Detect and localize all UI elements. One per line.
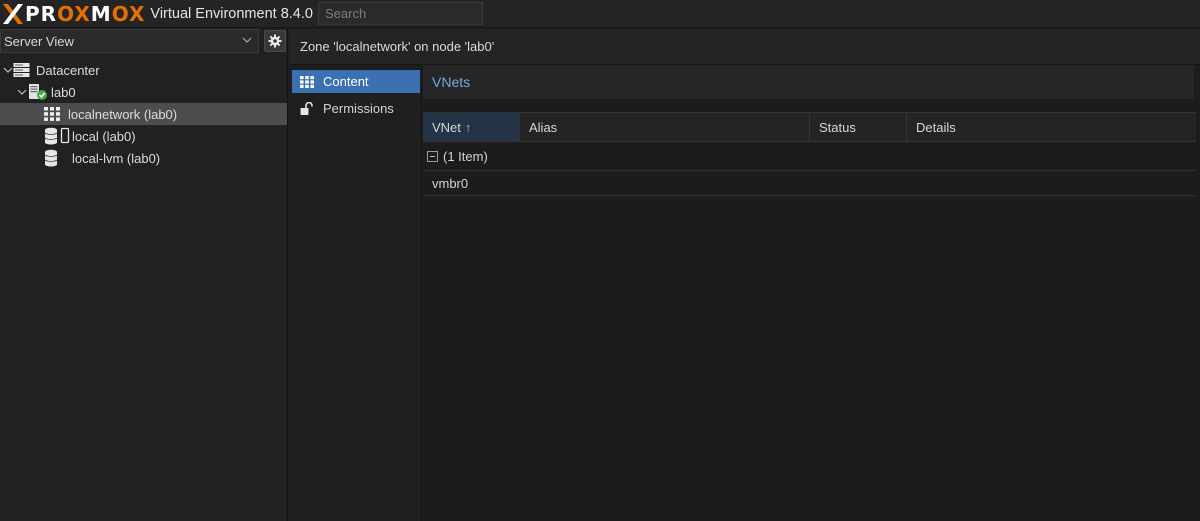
storage-database-icon	[44, 127, 70, 145]
column-header-details[interactable]: Details	[907, 113, 1196, 141]
tree-settings-button[interactable]	[264, 30, 286, 52]
grid-icon	[300, 75, 314, 88]
view-selector[interactable]: Server View	[0, 29, 259, 53]
top-bar: PROXMOX Virtual Environment 8.4.0	[0, 0, 1200, 28]
tree-item-label: local (lab0)	[72, 128, 136, 144]
storage-database-icon	[44, 149, 58, 167]
proxmox-x-icon	[3, 3, 23, 24]
column-header-vnet[interactable]: VNet ↑	[423, 113, 520, 141]
page-title-text: Zone 'localnetwork' on node 'lab0'	[300, 39, 495, 54]
unlock-icon	[300, 101, 313, 115]
proxmox-wordmark: PROXMOX	[25, 1, 146, 26]
resource-tree: Datacenter lab0 localnetwork (lab0) loca…	[0, 59, 287, 169]
panel-title: VNets	[423, 65, 1194, 100]
group-label: (1 Item)	[443, 148, 488, 164]
vnets-grid: VNet ↑ Alias Status Details (1 Item) vmb…	[423, 112, 1196, 196]
cell-vnet: vmbr0	[432, 175, 469, 191]
column-header-label: Details	[916, 119, 956, 135]
resource-tree-panel: Server View Datacenter lab0 localnetwork…	[0, 29, 288, 521]
tree-item-label: Datacenter	[36, 62, 100, 78]
column-header-label: Alias	[529, 119, 558, 135]
node-online-icon	[29, 84, 47, 100]
column-header-status[interactable]: Status	[810, 113, 907, 141]
column-header-label: Status	[819, 119, 856, 135]
table-row[interactable]: vmbr0	[423, 171, 1196, 196]
sdn-zone-grid-icon	[44, 107, 60, 121]
vnets-panel: VNets VNet ↑ Alias Status Details (1 Ite…	[423, 65, 1200, 521]
page-title: Zone 'localnetwork' on node 'lab0'	[289, 29, 1200, 65]
proxmox-logo: PROXMOX	[0, 0, 145, 28]
tree-item-label: lab0	[51, 84, 76, 100]
app-title: Virtual Environment 8.4.0	[150, 5, 313, 22]
server-rack-icon	[13, 63, 30, 77]
search-input[interactable]	[318, 2, 483, 25]
view-selector-value: Server View	[4, 33, 74, 49]
column-header-alias[interactable]: Alias	[520, 113, 810, 141]
tree-item-zone-localnetwork[interactable]: localnetwork (lab0)	[0, 103, 287, 125]
chevron-down-icon[interactable]	[3, 65, 13, 75]
tree-item-datacenter[interactable]: Datacenter	[0, 59, 287, 81]
sort-ascending-icon: ↑	[464, 119, 472, 135]
zone-nav: Content Permissions	[289, 65, 422, 521]
chevron-down-icon	[242, 37, 252, 43]
column-header-label: VNet	[432, 119, 461, 135]
nav-item-label: Content	[323, 74, 369, 89]
tree-item-label: local-lvm (lab0)	[72, 150, 161, 166]
gear-icon	[268, 34, 282, 48]
nav-item-label: Permissions	[323, 101, 394, 116]
grid-header: VNet ↑ Alias Status Details	[423, 112, 1196, 142]
nav-item-permissions[interactable]: Permissions	[292, 97, 420, 120]
collapse-icon[interactable]	[427, 150, 438, 162]
chevron-down-icon[interactable]	[17, 87, 27, 97]
tree-item-label: localnetwork (lab0)	[68, 106, 178, 122]
tree-item-storage-local-lvm[interactable]: local-lvm (lab0)	[0, 147, 287, 169]
group-row[interactable]: (1 Item)	[423, 142, 1196, 171]
tree-item-storage-local[interactable]: local (lab0)	[0, 125, 287, 147]
nav-item-content[interactable]: Content	[292, 70, 420, 93]
tree-item-node-lab0[interactable]: lab0	[0, 81, 287, 103]
